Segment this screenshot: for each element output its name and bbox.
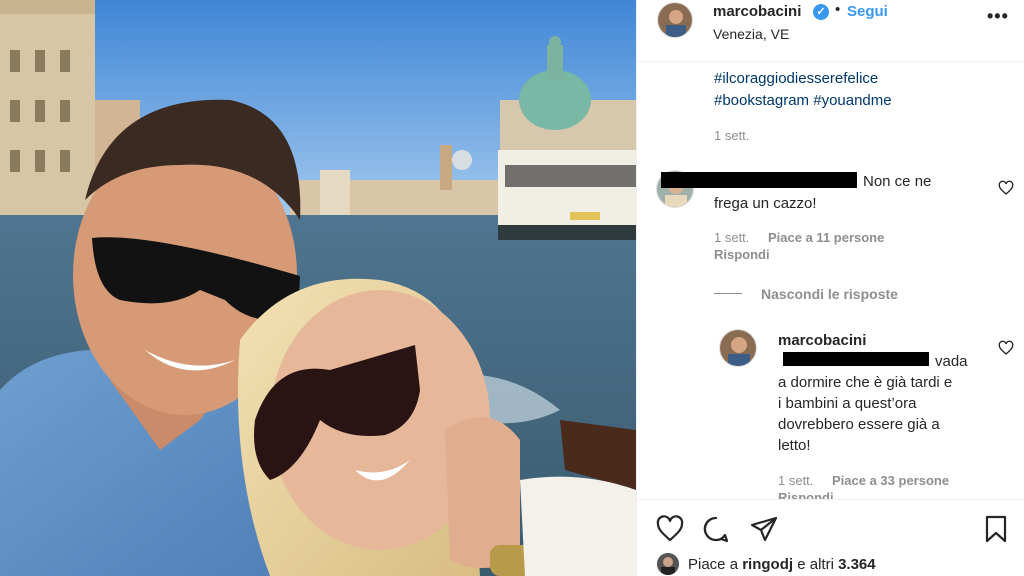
save-bookmark-icon[interactable]: [981, 514, 1011, 544]
redacted-username: [661, 172, 857, 188]
reply-username[interactable]: marcobacini: [778, 330, 866, 351]
header-separator: •: [835, 1, 841, 18]
hide-replies-button[interactable]: Nascondi le risposte: [761, 286, 898, 302]
like-reply-heart-icon[interactable]: [998, 340, 1014, 356]
avatar-image: [658, 3, 692, 37]
reply-avatar-image: [720, 330, 756, 366]
reply-text-line2: a dormire che è già tardi e: [778, 374, 953, 391]
redacted-mention: [783, 352, 929, 366]
verified-badge-icon: ✓: [813, 4, 829, 20]
photo-illustration: [0, 0, 636, 576]
share-paper-plane-icon[interactable]: [749, 514, 779, 544]
reply-text-line3: i bambini a quest’ora: [778, 395, 917, 412]
likes-summary[interactable]: Piace a ringodj e altri 3.364: [688, 556, 876, 573]
reply-text-line1: vada: [935, 353, 968, 370]
caption-hashtags-line2[interactable]: #bookstagram #youandme: [714, 92, 892, 109]
post-actions-bar: Piace a ringodj e altri 3.364: [637, 499, 1024, 576]
likes-count[interactable]: 3.364: [838, 556, 876, 573]
comment-bubble-icon[interactable]: [701, 514, 731, 544]
post-header: marcobacini ✓ • Segui Venezia, VE •••: [637, 0, 1024, 62]
hide-replies-line: [714, 293, 742, 294]
liker-avatar-image: [657, 553, 679, 575]
comment-time: 1 sett.: [714, 230, 750, 245]
reply-author-avatar[interactable]: [719, 329, 757, 367]
reply-text-line5: letto!: [778, 437, 811, 454]
comment-reply-button[interactable]: Rispondi: [714, 247, 770, 262]
post-detail-panel: marcobacini ✓ • Segui Venezia, VE ••• #i…: [636, 0, 1024, 576]
reply-reply-button[interactable]: Rispondi: [778, 490, 834, 499]
post-location[interactable]: Venezia, VE: [713, 26, 789, 42]
like-heart-icon[interactable]: [655, 514, 685, 544]
follow-button[interactable]: Segui: [847, 3, 888, 20]
comment-text-line1: Non ce ne: [863, 173, 932, 190]
author-username[interactable]: marcobacini: [713, 3, 801, 20]
likes-first-user[interactable]: ringodj: [742, 556, 793, 573]
post-photo[interactable]: [0, 0, 636, 576]
author-avatar[interactable]: [657, 2, 693, 38]
comment-likes[interactable]: Piace a 11 persone: [768, 230, 884, 245]
likes-prefix: Piace a: [688, 556, 739, 573]
like-comment-heart-icon[interactable]: [998, 180, 1014, 196]
caption-hashtags-line1[interactable]: #ilcoraggiodiesserefelice: [714, 70, 878, 87]
comments-section[interactable]: #ilcoraggiodiesserefelice #bookstagram #…: [637, 62, 1024, 499]
comment-text-line2: frega un cazzo!: [714, 195, 817, 212]
reply-time: 1 sett.: [778, 473, 814, 488]
more-options-icon[interactable]: •••: [987, 6, 1009, 27]
liker-avatar[interactable]: [657, 553, 679, 575]
reply-likes[interactable]: Piace a 33 persone: [832, 473, 949, 488]
caption-time: 1 sett.: [714, 128, 750, 143]
reply-text-line4: dovrebbero essere già a: [778, 416, 940, 433]
likes-conjunction: e altri: [797, 556, 834, 573]
